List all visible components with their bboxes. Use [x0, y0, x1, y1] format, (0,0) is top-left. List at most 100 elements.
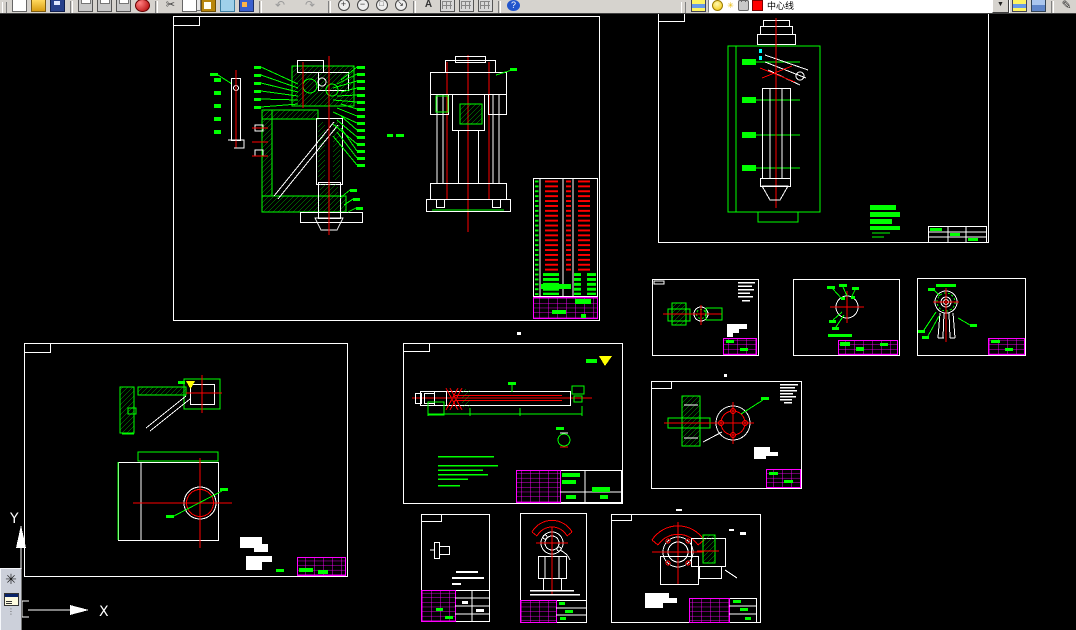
flange-title-block[interactable] [766, 469, 801, 488]
assembly-press-elevation-view[interactable] [426, 55, 518, 232]
column-title-block[interactable] [928, 226, 987, 243]
sheet-assembly-main[interactable] [173, 16, 600, 321]
bracket-small-views[interactable] [663, 302, 723, 326]
sheet-part-flange[interactable] [651, 374, 802, 489]
shaft-title-block[interactable] [516, 470, 623, 503]
block-editor-button[interactable] [237, 0, 256, 13]
sheet-part-bracket-small[interactable] [652, 279, 759, 356]
toolbar-separator [70, 1, 73, 13]
plot-button[interactable] [76, 0, 95, 13]
publish-button[interactable] [114, 0, 133, 13]
disc-view[interactable] [827, 284, 864, 337]
shaft-detail-view[interactable] [556, 427, 571, 448]
cam-front-view[interactable] [538, 550, 567, 594]
zoom-in-icon [337, 0, 350, 11]
clevis-title-block[interactable] [988, 338, 1025, 355]
bracket-plate-weight-block [240, 537, 268, 552]
help-icon [507, 0, 520, 11]
open-button[interactable] [29, 0, 48, 13]
cam-housing-circular-view[interactable] [651, 522, 705, 585]
toolbar-separator [259, 1, 262, 13]
make-object-layer-current-button[interactable] [1010, 0, 1029, 13]
disc-title-block[interactable] [838, 340, 898, 355]
layer-previous-button[interactable] [1029, 0, 1048, 13]
toolbar-more-dots: ⋮ [7, 607, 15, 616]
assembly-left-detail-view[interactable] [210, 70, 245, 149]
toolbar-grip[interactable] [681, 2, 686, 13]
bracket-small-notes[interactable] [738, 282, 755, 302]
cut-button[interactable] [161, 0, 180, 13]
plot-preview-button[interactable] [95, 0, 114, 13]
layer-lock-icon[interactable] [738, 0, 749, 11]
sheet-part-pin[interactable] [421, 514, 490, 622]
zoom-in-button[interactable] [334, 0, 353, 13]
combo-dropdown-arrow[interactable]: ▼ [992, 0, 1009, 13]
standard-toolbar: 中心线 ▼ [0, 0, 1076, 14]
assembly-parts-list-table[interactable] [533, 178, 598, 297]
layer-freeze-icon[interactable] [726, 1, 735, 10]
paste-button[interactable] [199, 0, 218, 13]
cam-housing-section-view[interactable] [691, 529, 747, 579]
sheet-part-disc[interactable] [793, 279, 900, 356]
pin-view[interactable] [430, 542, 450, 559]
text-style-button[interactable] [419, 0, 438, 13]
sheet-assembly-column[interactable] [658, 14, 989, 243]
markup-set-button[interactable] [476, 0, 495, 13]
layer-color-swatch[interactable] [752, 0, 763, 11]
shaft-main-view[interactable] [412, 382, 592, 416]
tool-palettes-icon [459, 0, 474, 12]
layer-on-off-icon[interactable] [712, 0, 723, 11]
copy-button[interactable] [180, 0, 199, 13]
shaft-finish-mark [586, 356, 612, 366]
pin-title-block[interactable] [421, 590, 490, 622]
designcenter-button[interactable] [438, 0, 457, 13]
marker-button[interactable] [133, 0, 152, 13]
cam-housing-weight-block [645, 593, 677, 608]
red-sphere-icon [135, 0, 150, 12]
bracket-small-title-block[interactable] [723, 338, 757, 355]
bracket-plate-weight-block2 [246, 556, 272, 570]
assembly-leader-callouts-left[interactable] [254, 66, 299, 109]
layer-dropdown[interactable]: 中心线 ▼ [708, 0, 1010, 13]
flange-circular-view[interactable] [702, 397, 769, 444]
toolbar-grip[interactable] [2, 2, 7, 13]
cam-title-block[interactable] [520, 600, 587, 623]
flange-notes [780, 384, 798, 404]
zoom-out-button[interactable] [353, 0, 372, 13]
clevis-view[interactable] [918, 284, 977, 342]
zoom-window-button[interactable] [372, 0, 391, 13]
render-button[interactable] [2, 569, 20, 589]
ucs-y-label: Y [9, 511, 19, 527]
layer-properties-button[interactable] [689, 0, 708, 13]
drawing-canvas[interactable]: Y X [0, 14, 1076, 630]
markup-set-icon [478, 0, 493, 12]
tool-palette-window-button[interactable] [2, 589, 20, 609]
cam-notes [530, 590, 580, 596]
sheet-part-bracket-plate[interactable] [24, 343, 348, 577]
bracket-plate-section-view[interactable] [119, 375, 222, 435]
bracket-plate-title-block[interactable] [276, 557, 346, 576]
undo-button[interactable] [265, 0, 295, 13]
zoom-realtime-button[interactable] [391, 0, 410, 13]
help-button[interactable] [504, 0, 523, 13]
redo-button[interactable] [295, 0, 325, 13]
assembly-title-block[interactable] [533, 297, 598, 319]
match-properties-button[interactable] [218, 0, 237, 13]
sheet-part-cam[interactable] [520, 513, 587, 623]
flange-section-view[interactable] [664, 395, 714, 447]
sheet-part-clevis[interactable] [917, 278, 1026, 356]
sheet-part-cam-housing[interactable] [611, 509, 761, 623]
column-main-view[interactable] [727, 18, 821, 223]
column-notes-block[interactable] [870, 205, 900, 238]
block-editor-icon [239, 0, 254, 12]
new-button[interactable] [10, 0, 29, 13]
tool-palettes-button[interactable] [457, 0, 476, 13]
assembly-center-section-view[interactable] [252, 56, 404, 235]
sheet-part-shaft[interactable] [403, 343, 623, 504]
bracket-plate-plan-view[interactable] [117, 451, 232, 548]
save-button[interactable] [48, 0, 67, 13]
shaft-technical-notes [438, 456, 498, 487]
pencil-edit-button[interactable] [1057, 0, 1076, 13]
scissors-icon [164, 0, 177, 11]
cam-housing-title-block[interactable] [689, 598, 757, 623]
